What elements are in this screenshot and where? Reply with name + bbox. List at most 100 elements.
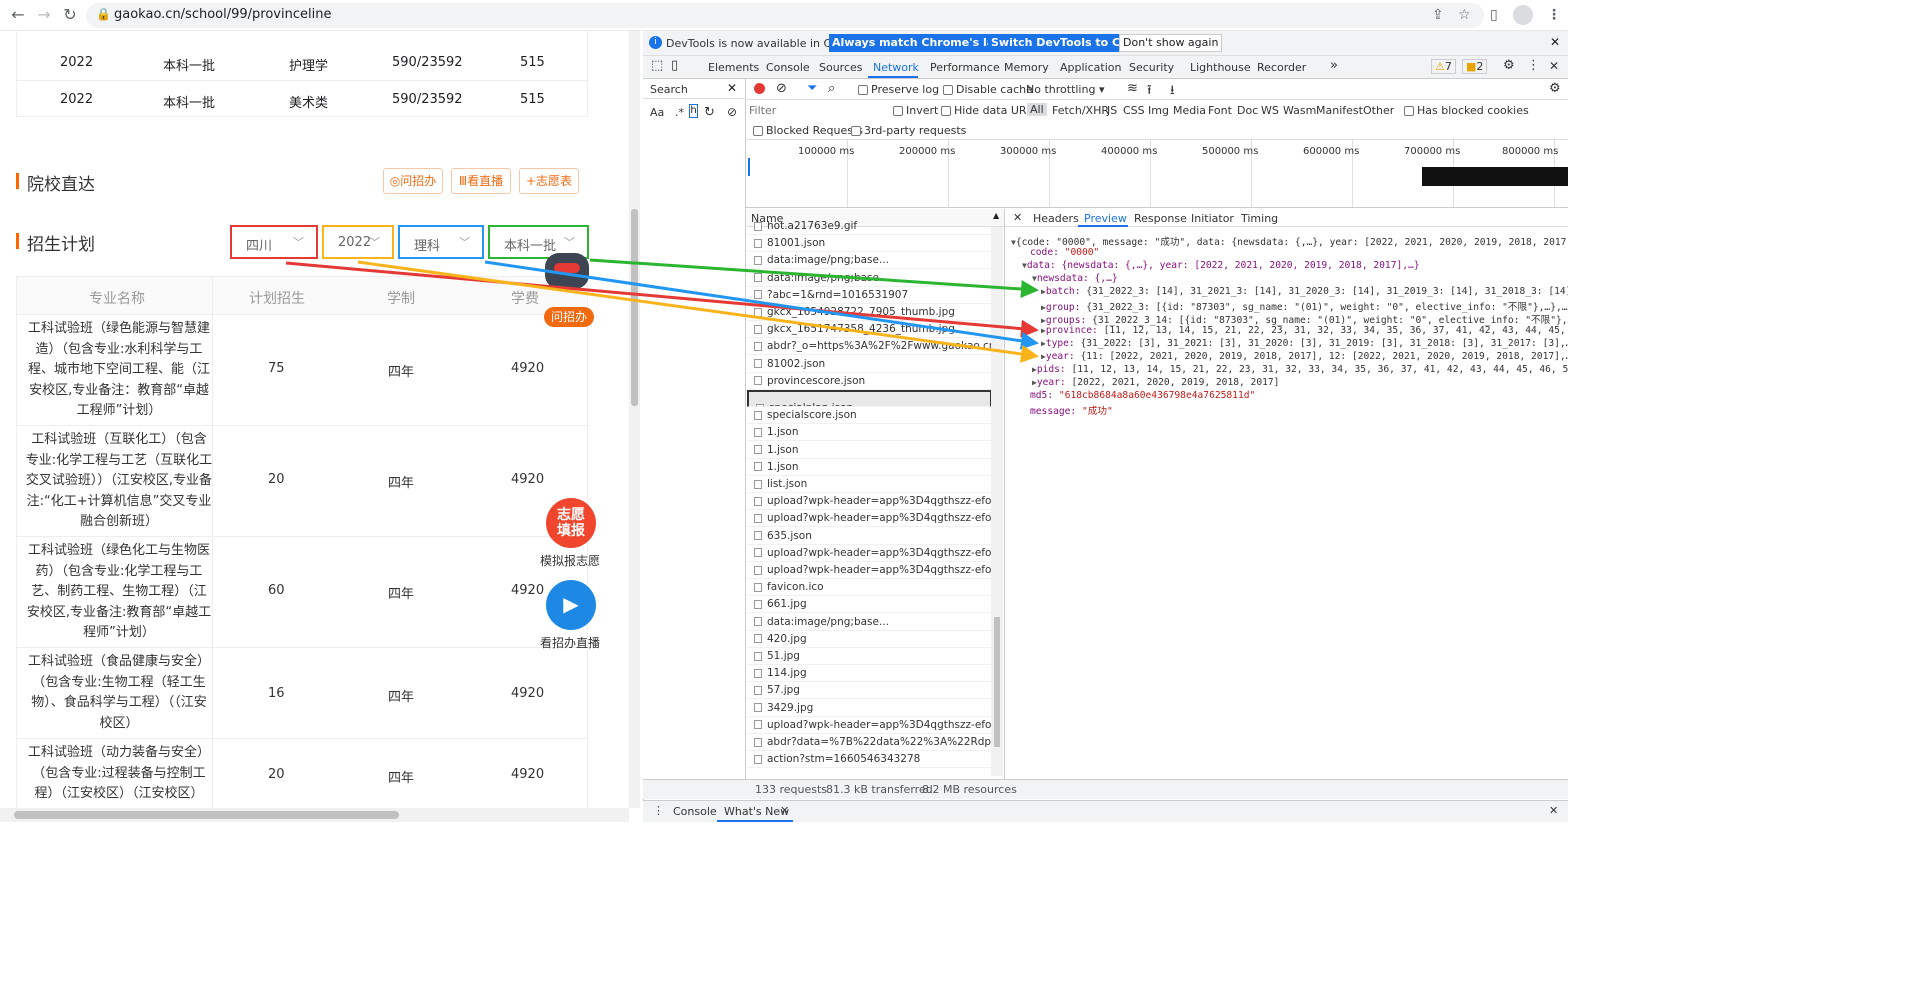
province-select[interactable]: 四川 ﹀ [230, 225, 318, 259]
request-row[interactable]: abdr?_o=https%3A%2F%2Fwww.gaokao.cn [747, 338, 992, 356]
type-filter-wasm[interactable]: Wasm [1283, 104, 1316, 117]
share-icon[interactable]: ⇪ [1432, 7, 1444, 23]
request-row[interactable]: data:image/png;base... [747, 614, 992, 631]
request-row[interactable]: action?stm=1660546343278 [747, 751, 992, 769]
invert-checkbox[interactable]: Invert [893, 104, 938, 117]
blocked-cookies-checkbox[interactable]: Has blocked cookies [1404, 104, 1529, 117]
device-toolbar-icon[interactable]: ▯ [671, 58, 678, 73]
url-text[interactable]: gaokao.cn/school/99/provinceline [114, 7, 331, 22]
json-line[interactable]: ▼newsdata: {,…} [1032, 273, 1118, 284]
request-row[interactable]: provincescore.json [747, 373, 992, 390]
request-row[interactable]: 1.json [747, 424, 992, 442]
avatar[interactable] [1513, 5, 1533, 25]
request-row[interactable]: 661.jpg [747, 596, 992, 614]
star-icon[interactable]: ☆ [1458, 7, 1471, 23]
request-row[interactable]: abdr?data=%7B%22data%22%3A%22RdpkpQmjBy. [747, 734, 992, 751]
search-input[interactable]: h [689, 104, 698, 118]
json-line[interactable]: ▶group: {31_2022_3: [{id: "87303", sg_na… [1041, 299, 1568, 313]
request-row[interactable]: upload?wpk-header=app%3D4qgthszz-efopzl8… [747, 493, 992, 511]
page-scrollbar-horizontal[interactable] [0, 808, 629, 822]
request-row[interactable]: data:image/png;base... [747, 252, 992, 270]
request-row[interactable]: specialscore.json [747, 407, 992, 425]
tab-elements[interactable]: Elements [708, 61, 759, 74]
type-select[interactable]: 理科 ﹀ [398, 225, 484, 259]
json-line[interactable]: ▶type: {31_2022: [3], 31_2021: [3], 31_2… [1041, 338, 1568, 349]
tab-memory[interactable]: Memory [1004, 61, 1049, 74]
json-line[interactable]: ▶province: [11, 12, 13, 14, 15, 21, 22, … [1041, 325, 1568, 336]
drawer-menu-icon[interactable]: ⋮ [653, 804, 664, 817]
sort-icon[interactable]: ▲ [993, 211, 999, 220]
json-line[interactable]: ▶batch: {31_2022_3: [14], 31_2021_3: [14… [1041, 286, 1568, 297]
preserve-log-checkbox[interactable]: Preserve log [858, 83, 939, 96]
request-row[interactable]: 420.jpg [747, 631, 992, 648]
tab-security[interactable]: Security [1129, 61, 1174, 74]
request-row[interactable]: upload?wpk-header=app%3D4qgthszz-efopzl8… [747, 510, 992, 528]
tab-network[interactable]: Network [873, 61, 919, 74]
request-row[interactable]: gkcx_1654928722_7905_thumb.jpg [747, 304, 992, 321]
ask-office-fab[interactable]: 问招办 [544, 307, 594, 327]
scrollbar-thumb[interactable] [631, 209, 638, 406]
tab-application[interactable]: Application [1060, 61, 1121, 74]
kebab-icon[interactable]: ⋮ [1527, 58, 1540, 73]
gear-icon[interactable]: ⚙ [1503, 58, 1515, 73]
wish-list-button[interactable]: +志愿表 [519, 168, 579, 194]
close-icon[interactable]: ✕ [780, 804, 789, 817]
tab-sources[interactable]: Sources [819, 61, 863, 74]
type-filter-js[interactable]: JS [1107, 104, 1117, 117]
request-row[interactable]: 3429.jpg [747, 700, 992, 717]
json-line[interactable]: ▼{code: "0000", message: "成功", data: {ne… [1011, 234, 1568, 248]
watch-live-label[interactable]: 看招办直播 [540, 634, 600, 651]
inspect-icon[interactable]: ⬚ [651, 58, 663, 73]
close-icon[interactable]: ✕ [1549, 804, 1558, 817]
blocked-requests-checkbox[interactable]: Blocked Requests [753, 124, 863, 137]
json-line[interactable]: ▼data: {newsdata: {,…}, year: [2022, 202… [1022, 260, 1420, 271]
side-panel-icon[interactable]: ▯ [1490, 7, 1498, 23]
type-filter-all[interactable]: All [1027, 103, 1047, 116]
request-row[interactable]: 1.json [747, 459, 992, 476]
close-icon[interactable]: ✕ [1550, 35, 1560, 49]
request-row[interactable]: upload?wpk-header=app%3D4qgthszz-efopzl8… [747, 545, 992, 562]
year-select[interactable]: 2022 ﹀ [322, 225, 394, 259]
type-filter-font[interactable]: Font [1208, 104, 1232, 117]
reload-icon[interactable]: ↻ [59, 4, 81, 26]
refresh-icon[interactable]: ↻ [704, 105, 715, 120]
type-filter-doc[interactable]: Doc [1237, 104, 1258, 117]
scrollbar-thumb[interactable] [994, 617, 1000, 747]
ask-office-button[interactable]: ◎问招办 [383, 168, 443, 194]
tab-console[interactable]: Console [766, 61, 810, 74]
request-row[interactable]: 81002.json [747, 356, 992, 373]
tab-performance[interactable]: Performance [930, 61, 1000, 74]
request-row[interactable]: 51.jpg [747, 648, 992, 665]
warnings-badge[interactable]: ⚠7 [1431, 59, 1456, 74]
request-row[interactable]: specialplan.json [747, 390, 992, 407]
watch-live-button[interactable]: Ⅲ看直播 [451, 168, 511, 194]
forward-icon[interactable]: → [33, 4, 55, 26]
menu-icon[interactable]: ⋮ [1547, 7, 1561, 23]
throttling-select[interactable]: No throttling ▾ [1026, 83, 1104, 96]
robot-icon[interactable] [545, 253, 589, 289]
json-line[interactable]: ▶year: {11: [2022, 2021, 2020, 2019, 201… [1041, 351, 1568, 362]
tab-lighthouse[interactable]: Lighthouse [1190, 61, 1251, 74]
type-filter-other[interactable]: Other [1363, 104, 1394, 117]
type-filter-manifest[interactable]: Manifest [1316, 104, 1363, 117]
request-row[interactable]: upload?wpk-header=app%3D4qgthszz-efopzl8… [747, 562, 992, 579]
request-row[interactable]: gkcx_1651747358_4236_thumb.jpg [747, 321, 992, 339]
type-filter-xhr[interactable]: Fetch/XHR [1052, 104, 1109, 117]
type-filter-img[interactable]: Img [1148, 104, 1169, 117]
type-filter-media[interactable]: Media [1173, 104, 1206, 117]
gear-icon[interactable]: ⚙ [1549, 81, 1561, 96]
back-icon[interactable]: ← [7, 4, 29, 26]
request-row[interactable]: 1.json [747, 442, 992, 459]
hide-data-urls-checkbox[interactable]: Hide data URLs [941, 104, 1038, 117]
more-tabs-icon[interactable]: » [1330, 58, 1338, 73]
request-list-scrollbar[interactable] [991, 227, 1003, 776]
request-row[interactable]: favicon.ico [747, 579, 992, 597]
json-line[interactable]: ▶groups: {31_2022_3_14: [{id: "87303", s… [1041, 312, 1568, 326]
json-line[interactable]: ▶year: [2022, 2021, 2020, 2019, 2018, 20… [1032, 377, 1279, 388]
request-row[interactable]: 635.json [747, 528, 992, 545]
json-line[interactable]: ▶pids: [11, 12, 13, 14, 15, 21, 22, 23, … [1032, 364, 1568, 375]
tab-recorder[interactable]: Recorder [1257, 61, 1306, 74]
wifi-icon[interactable]: ≋ [1127, 81, 1138, 96]
request-row[interactable]: 57.jpg [747, 682, 992, 700]
close-icon[interactable]: ✕ [1549, 59, 1559, 73]
